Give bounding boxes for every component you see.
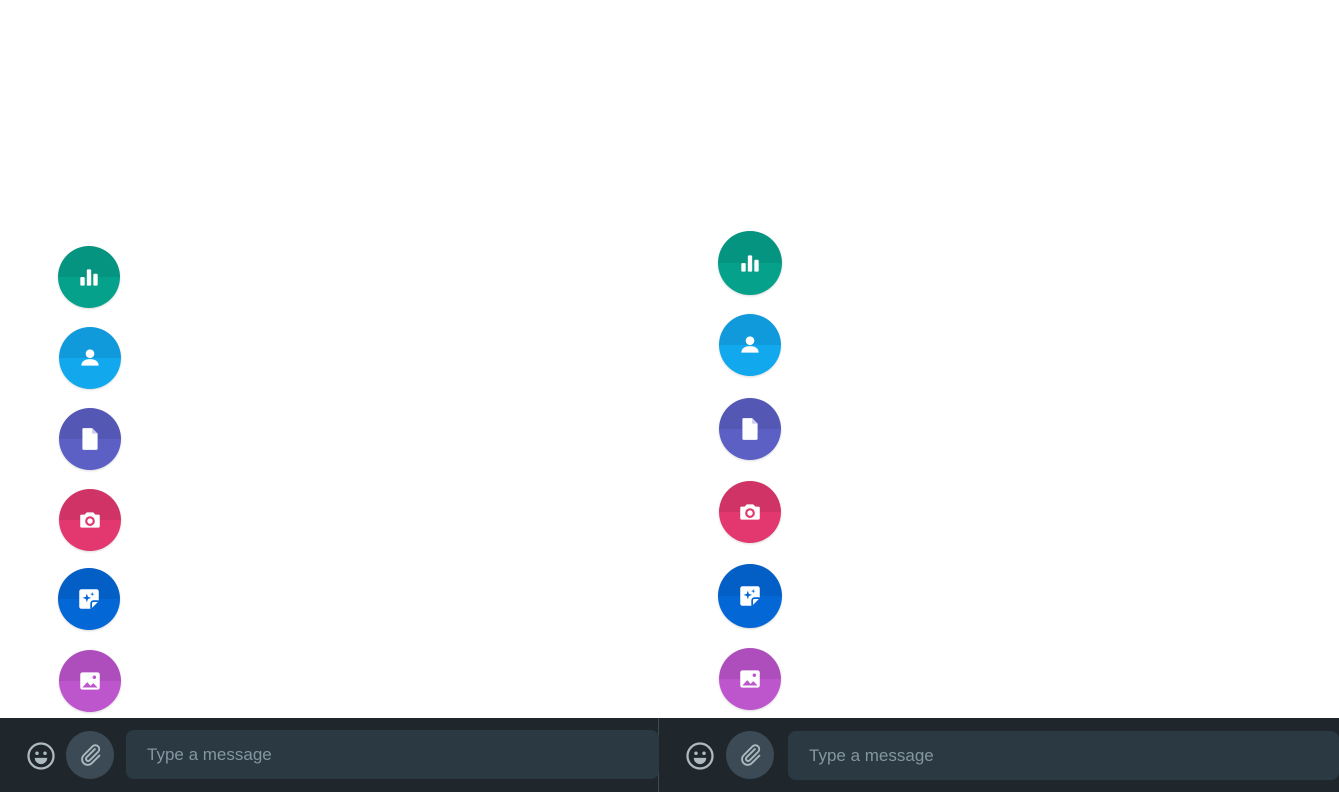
poll-icon: [741, 255, 759, 272]
document-button[interactable]: [719, 398, 781, 460]
new-sticker-button[interactable]: [58, 568, 120, 630]
emoji-icon: [686, 742, 714, 770]
message-composer: [0, 718, 659, 792]
message-composer: [659, 718, 1339, 792]
camera-button[interactable]: [59, 489, 121, 551]
contact-button[interactable]: [59, 327, 121, 389]
new-sticker-button[interactable]: [718, 564, 782, 628]
attach-button[interactable]: [66, 731, 114, 779]
new-sticker-icon: [740, 586, 760, 606]
photos-videos-button[interactable]: [719, 648, 781, 710]
chat-panel-right: [659, 0, 1339, 792]
emoji-button[interactable]: [683, 739, 717, 773]
poll-button[interactable]: [58, 246, 120, 308]
attach-menu: [0, 0, 659, 718]
document-button[interactable]: [59, 408, 121, 470]
document-icon: [742, 418, 758, 440]
contact-icon: [741, 336, 759, 353]
document-icon: [82, 428, 98, 450]
photos-videos-icon: [80, 672, 100, 690]
message-input[interactable]: [126, 730, 659, 779]
photos-videos-icon: [740, 670, 760, 688]
photos-videos-button[interactable]: [59, 650, 121, 712]
poll-button[interactable]: [718, 231, 782, 295]
camera-button[interactable]: [719, 481, 781, 543]
paperclip-icon: [741, 744, 761, 766]
emoji-icon: [27, 742, 55, 770]
paperclip-icon: [81, 744, 101, 766]
chat-panel-left: [0, 0, 659, 792]
new-sticker-icon: [79, 589, 99, 609]
contact-button[interactable]: [719, 314, 781, 376]
emoji-button[interactable]: [24, 739, 58, 773]
message-input[interactable]: [788, 731, 1339, 780]
attach-menu: [659, 0, 1339, 718]
poll-icon: [80, 269, 98, 286]
attach-button[interactable]: [726, 731, 774, 779]
contact-icon: [81, 349, 99, 366]
camera-icon: [80, 512, 100, 528]
camera-icon: [740, 504, 760, 520]
